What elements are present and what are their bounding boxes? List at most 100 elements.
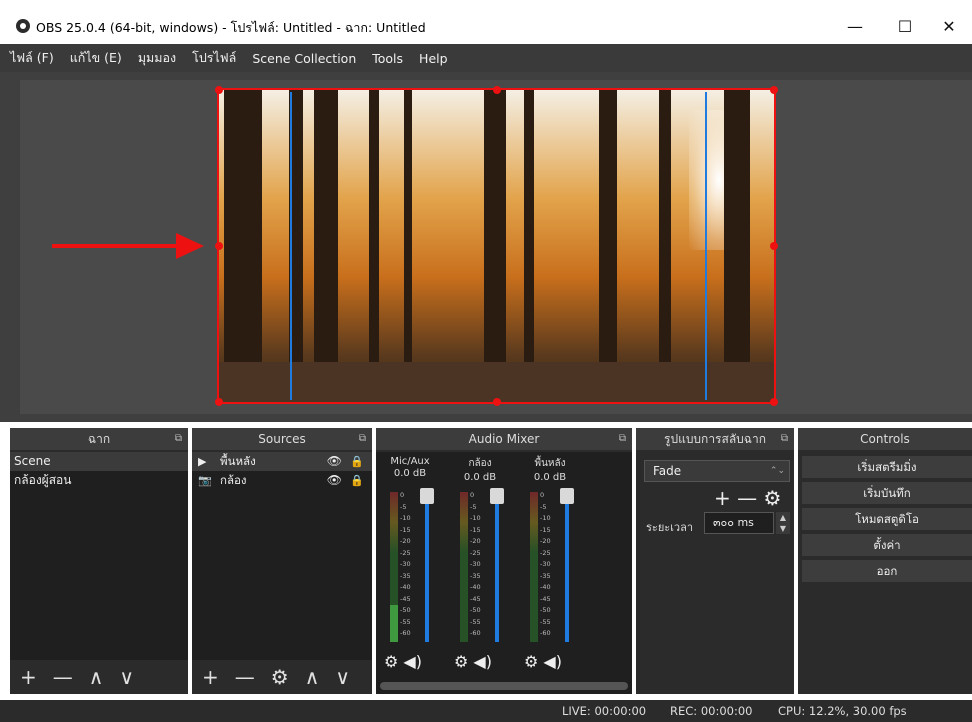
resize-handle-top-right[interactable] (770, 86, 778, 94)
source-label: กล้อง (220, 473, 247, 487)
transition-selected-value: Fade (653, 464, 682, 478)
channel-controls[interactable]: ⚙ ◀) (384, 652, 422, 671)
remove-scene-button[interactable]: — (53, 667, 73, 687)
meter-scale-label: -30 (540, 560, 551, 569)
scenes-dock-title: ฉาก ⧉ (10, 428, 188, 450)
volume-fader-track[interactable] (495, 492, 499, 642)
mixer-scrollbar[interactable] (380, 682, 628, 690)
tree-trunk (659, 90, 671, 402)
float-dock-icon[interactable]: ⧉ (619, 428, 626, 450)
source-properties-gear-icon[interactable]: ⚙ (271, 667, 289, 687)
float-dock-icon[interactable]: ⧉ (175, 428, 182, 450)
remove-source-button[interactable]: — (235, 667, 255, 687)
volume-meter (530, 492, 538, 642)
volume-fader-track[interactable] (565, 492, 569, 642)
volume-fader-knob[interactable] (490, 488, 504, 504)
obs-logo-icon (16, 19, 30, 33)
menu-tools[interactable]: Tools (372, 51, 403, 66)
scene-item[interactable]: กล้องผู้สอน (10, 471, 188, 490)
lock-icon[interactable]: 🔒 (350, 452, 364, 471)
volume-fader-knob[interactable] (560, 488, 574, 504)
menu-help[interactable]: Help (419, 51, 448, 66)
scene-item[interactable]: Scene (10, 452, 188, 471)
mixer-channel: Mic/Aux 0.0 dB 0 -5 -10 -15 -20 -25 -30 -35 -40-… (380, 456, 440, 676)
channel-db: 0.0 dB (393, 468, 427, 479)
volume-fader-track[interactable] (425, 492, 429, 642)
meter-scale-label: -10 (470, 514, 481, 523)
resize-handle-bottom-right[interactable] (770, 398, 778, 406)
source-item[interactable]: ▶ พื้นหลัง 👁 🔒 (192, 452, 372, 471)
resize-handle-right[interactable] (770, 242, 778, 250)
transitions-dock: รูปแบบการสลับฉาก ⧉ Fade ⌃⌄ + — ⚙ ระยะเวล… (636, 428, 794, 694)
meter-scale-label: -60 (470, 629, 481, 638)
channel-name: พื้นหลัง (534, 458, 566, 469)
close-button[interactable]: ✕ (926, 12, 972, 42)
menu-bar: ไฟล์ (F) แก้ไข (E) มุมมอง โปรไฟล์ Scene … (0, 44, 972, 72)
mixer-channel: กล้อง 0.0 dB 0 -5 -10 -15 -20 -25 -30 -35 -40 -45… (450, 456, 510, 676)
source-item[interactable]: 📷 กล้อง 👁 🔒 (192, 471, 372, 490)
tree-trunk (484, 90, 506, 402)
controls-dock-title: Controls (798, 428, 972, 450)
move-scene-down-button[interactable]: ∨ (119, 667, 134, 687)
duration-input[interactable]: ๓๐๐ ms (704, 512, 774, 534)
menu-file[interactable]: ไฟล์ (F) (10, 48, 54, 68)
controls-dock: Controls เริ่มสตรีมมิ่ง เริ่มบันทึก โหมด… (798, 428, 972, 694)
controls-body: เริ่มสตรีมมิ่ง เริ่มบันทึก โหมดสตูดิโอ ต… (798, 452, 972, 694)
resize-handle-bottom-left[interactable] (215, 398, 223, 406)
preview-canvas[interactable] (217, 88, 776, 404)
volume-meter (460, 492, 468, 642)
move-source-down-button[interactable]: ∨ (335, 667, 350, 687)
meter-scale-label: 0 (400, 491, 405, 499)
meter-scale-label: -60 (540, 629, 551, 638)
move-source-up-button[interactable]: ∧ (305, 667, 320, 687)
audio-mixer-dock: Audio Mixer ⧉ Mic/Aux 0.0 dB 0 -5 -10 -15 -2… (376, 428, 632, 694)
add-scene-button[interactable]: + (20, 667, 37, 687)
ground (219, 362, 774, 402)
window-title: OBS 25.0.4 (64-bit, windows) - โปรไฟล์: … (36, 20, 426, 35)
channel-controls[interactable]: ⚙ ◀) (524, 652, 562, 671)
transition-select[interactable]: Fade ⌃⌄ (644, 460, 790, 482)
transitions-body: Fade ⌃⌄ + — ⚙ ระยะเวลา ๓๐๐ ms ▲ ▼ (636, 452, 794, 694)
channel-db: 0.0 dB (533, 472, 567, 483)
move-scene-up-button[interactable]: ∧ (89, 667, 104, 687)
resize-handle-top[interactable] (493, 86, 501, 94)
tree-trunk (724, 90, 750, 402)
lock-icon[interactable]: 🔒 (350, 471, 364, 490)
start-streaming-button[interactable]: เริ่มสตรีมมิ่ง (802, 456, 972, 478)
exit-button[interactable]: ออก (802, 560, 972, 582)
mixer-dock-title: Audio Mixer ⧉ (376, 428, 632, 450)
annotation-arrow-head (176, 233, 204, 259)
duration-spinner[interactable]: ▲ ▼ (776, 512, 790, 534)
meter-scale-label: -20 (400, 537, 411, 546)
meter-scale-label: -30 (400, 560, 411, 569)
minimize-button[interactable]: — (832, 12, 878, 42)
resize-handle-bottom[interactable] (493, 398, 501, 406)
sources-dock: Sources ⧉ ▶ พื้นหลัง 👁 🔒 📷 กล้อง 👁 🔒 + —… (192, 428, 372, 694)
menu-profile[interactable]: โปรไฟล์ (192, 48, 236, 68)
volume-fader-knob[interactable] (420, 488, 434, 504)
float-dock-icon[interactable]: ⧉ (781, 428, 788, 450)
tree-trunk (404, 90, 412, 402)
float-dock-icon[interactable]: ⧉ (359, 428, 366, 450)
studio-mode-button[interactable]: โหมดสตูดิโอ (802, 508, 972, 530)
visibility-eye-icon[interactable]: 👁 (327, 471, 342, 490)
transition-tools[interactable]: + — ⚙ (714, 486, 781, 510)
menu-view[interactable]: มุมมอง (138, 48, 176, 68)
start-recording-button[interactable]: เริ่มบันทึก (802, 482, 972, 504)
resize-handle-left[interactable] (215, 242, 223, 250)
cpu-status: CPU: 12.2%, 30.00 fps (778, 704, 907, 718)
transitions-dock-title: รูปแบบการสลับฉาก ⧉ (636, 428, 794, 450)
tree-trunk (369, 90, 379, 402)
resize-handle-top-left[interactable] (215, 86, 223, 94)
meter-scale: 0 -5 -10 -15 -20 -25 -30 -35 -40 -45 -50 -55 -60 (540, 492, 560, 642)
tree-trunk (224, 90, 262, 402)
maximize-button[interactable]: ☐ (882, 12, 928, 42)
visibility-eye-icon[interactable]: 👁 (327, 452, 342, 471)
scenes-title: ฉาก (87, 432, 111, 446)
menu-edit[interactable]: แก้ไข (E) (70, 48, 122, 68)
mixer-channel: พื้นหลัง 0.0 dB 0 -5 -10 -15 -20 -25 -30 -35 -40… (520, 456, 580, 676)
menu-scene-collection[interactable]: Scene Collection (252, 51, 356, 66)
channel-controls[interactable]: ⚙ ◀) (454, 652, 492, 671)
add-source-button[interactable]: + (202, 667, 219, 687)
settings-button[interactable]: ตั้งค่า (802, 534, 972, 556)
